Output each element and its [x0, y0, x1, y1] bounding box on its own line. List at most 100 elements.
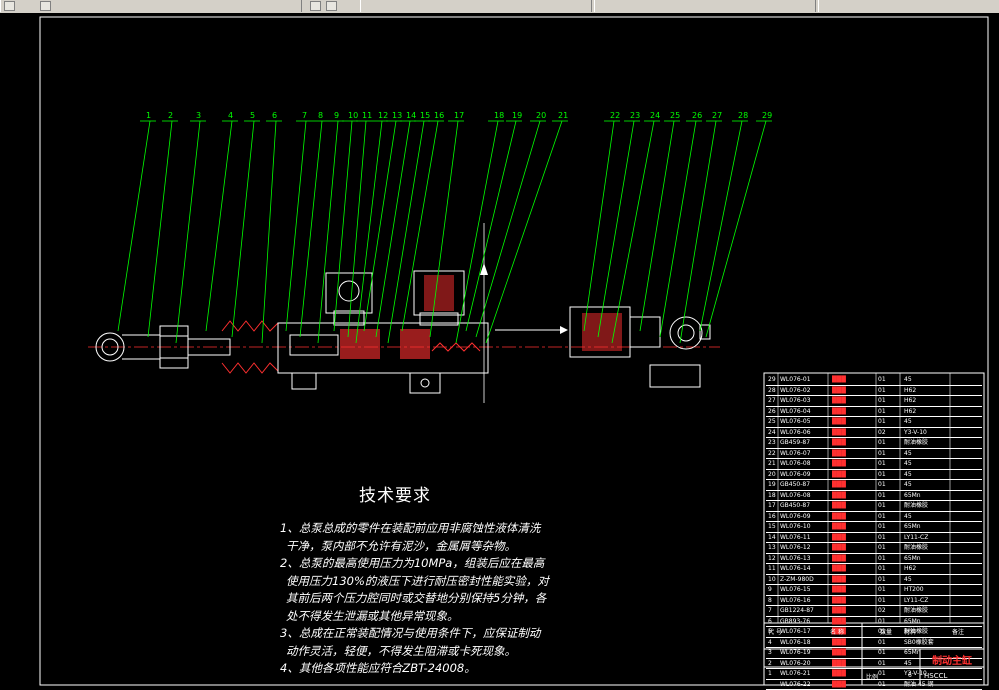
leader-line	[583, 120, 615, 332]
bom-row: 29 WL076-01 ███ 01 45	[766, 375, 982, 386]
toolbar-button[interactable]	[326, 1, 337, 11]
bom-material: Y3-V-10	[904, 428, 927, 436]
leader-line	[639, 120, 675, 332]
bom-material: H62	[904, 407, 917, 415]
bom-material: 耐油橡胶	[904, 502, 929, 509]
bom-row: 12 WL076-13 ███ 01 65Mn	[766, 554, 982, 564]
bom-material: LY11-CZ	[904, 596, 929, 604]
bom-no: 21	[768, 460, 776, 467]
bom-name: ███	[832, 386, 846, 394]
bom-no: 9	[768, 586, 772, 593]
toolbar-button[interactable]	[4, 1, 15, 11]
bom-name: ███	[832, 565, 846, 572]
bom-name: ███	[832, 470, 846, 478]
bom-name: ███	[832, 460, 846, 467]
mount-lug	[291, 372, 317, 390]
leader-number: 19	[512, 111, 522, 120]
tech-line: 使用压力130%的液压下进行耐压密封性能实验，对	[286, 573, 549, 588]
bom-qty: 01	[878, 460, 886, 467]
leader-line	[355, 120, 383, 344]
technical-requirements: 技术要求 1、总泵总成的零件在装配前应用非腐蚀性液体清洗 干净，泵内部不允许有泥…	[280, 481, 570, 678]
bom-material: H62	[904, 565, 917, 572]
bom-name: ███	[832, 439, 846, 446]
leader-number: 26	[692, 111, 702, 120]
leader-line	[117, 120, 151, 332]
bom-code: WL076-08	[780, 491, 811, 499]
leader-line	[611, 120, 655, 344]
toolbar-dropdown[interactable]	[818, 0, 999, 12]
leader-number: 25	[670, 111, 680, 120]
axis-y-head	[480, 263, 488, 275]
bom-row: 26 WL076-04 ███ 01 H62	[766, 407, 982, 417]
bom-no: 18	[768, 491, 776, 499]
bom-row: 23 GB459-87 ███ 01 耐油橡胶	[766, 438, 982, 449]
bom-qty: 01	[878, 649, 886, 656]
bom-name: ███	[832, 649, 846, 656]
dust-boot-top	[221, 320, 279, 332]
leader-line	[317, 120, 339, 344]
bom-material: 耐油橡胶	[904, 544, 929, 551]
leader-number: 4	[228, 111, 233, 120]
bom-name: ███	[832, 659, 846, 667]
leader-number: 6	[272, 111, 277, 120]
bom-no: 1	[768, 670, 772, 677]
bom-row: 7 GB1224-87 ███ 02 耐油橡胶	[766, 606, 982, 617]
bom-name: ███	[832, 544, 846, 551]
bom-no: 6	[768, 617, 772, 625]
bom-name: ███	[832, 523, 846, 530]
leader-number: 21	[558, 111, 568, 120]
bom-row: 8 WL076-16 ███ 01 LY11-CZ	[766, 596, 982, 606]
bom-qty: 01	[878, 502, 886, 509]
bom-material: 45	[904, 575, 912, 583]
bom-no: 16	[768, 512, 776, 520]
bom-material: 45	[904, 512, 912, 520]
leader-number: 11	[362, 111, 372, 120]
bom-qty: 02	[878, 607, 886, 614]
bom-no: 14	[768, 533, 776, 541]
inlet-fitting	[325, 272, 373, 326]
bom-code: WL076-02	[780, 386, 811, 394]
leader-number: 9	[334, 111, 339, 120]
bom-name: ███	[832, 512, 846, 520]
bom-no: 28	[768, 386, 776, 394]
toolbar-dropdown[interactable]	[594, 0, 816, 12]
bom-material: LY11-CZ	[904, 533, 929, 541]
tech-line: 动作灵活，轻便，不得发生阻滞或卡死现象。	[286, 643, 516, 658]
leader-number: 16	[434, 111, 444, 120]
leader-line	[261, 120, 277, 344]
bom-material: 65Mn	[904, 491, 921, 499]
leader-line	[375, 120, 411, 338]
bom-material: 45	[904, 470, 912, 478]
sheet-number: 6	[908, 672, 912, 679]
leader-number: 12	[378, 111, 388, 120]
bom-code: WL076-22	[780, 680, 811, 688]
bom-qty: 01	[878, 575, 886, 583]
bom-qty: 01	[878, 565, 886, 572]
bom-row: 10 Z-ZM-980D ███ 01 45	[766, 575, 982, 585]
bom-code: WL076-20	[780, 659, 811, 667]
bom-no: 22	[768, 449, 776, 457]
bom-qty: 01	[878, 491, 886, 499]
leader-number: 5	[250, 111, 255, 120]
cad-drawing-canvas[interactable]: 1 2 3 4 5 6 7 8 9 10 11 12 13 14 15 16 17 18 19 20 21 22 23 24 2…	[0, 13, 999, 690]
leader-number: 3	[196, 111, 201, 120]
title-block-header: 名 称	[830, 629, 844, 636]
bom-row: 15 WL076-10 ███ 01 65Mn	[766, 522, 982, 533]
bom-row: 27 WL076-03 ███ 01 H62	[766, 396, 982, 407]
leader-line	[705, 120, 767, 338]
leader-number: 2	[168, 111, 173, 120]
leader-number: 18	[494, 111, 504, 120]
bom-row: 16 WL076-09 ███ 01 45	[766, 512, 982, 522]
bom-qty: 01	[878, 680, 886, 688]
app-toolbar	[0, 0, 999, 14]
toolbar-button[interactable]	[40, 1, 51, 11]
bom-code: GB450-87	[780, 502, 811, 509]
toolbar-dropdown[interactable]	[360, 0, 592, 12]
bom-qty: 01	[878, 481, 886, 488]
bom-name: ███	[832, 596, 846, 604]
bom-qty: 01	[878, 512, 886, 520]
toolbar-button[interactable]	[310, 1, 321, 11]
outlet-fitting	[413, 270, 465, 326]
bom-code: WL076-04	[780, 407, 811, 415]
bom-material: 65Mn	[904, 617, 921, 625]
